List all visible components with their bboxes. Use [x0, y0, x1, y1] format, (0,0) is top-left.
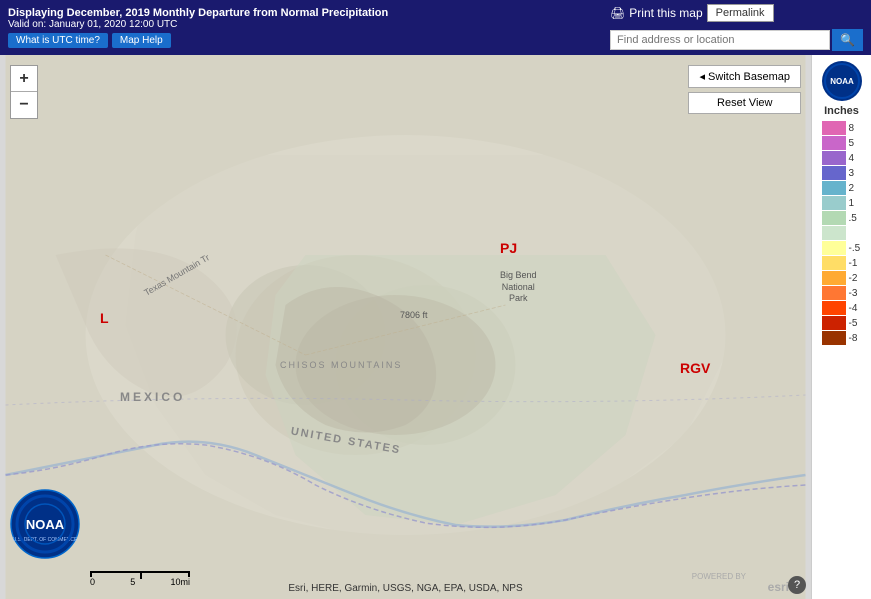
zoom-out-button[interactable]: − — [11, 92, 37, 118]
legend-color-swatch — [822, 226, 846, 240]
header-left: Displaying December, 2019 Monthly Depart… — [8, 7, 610, 48]
legend-color-swatch — [822, 301, 846, 315]
legend-color-swatch — [822, 211, 846, 225]
map-title: Displaying December, 2019 Monthly Depart… — [8, 7, 610, 19]
map-help-button[interactable]: Map Help — [112, 33, 171, 48]
legend-color-swatch — [822, 121, 846, 135]
legend-row: 8 — [822, 121, 862, 135]
switch-basemap-button[interactable]: ◂ Switch Basemap — [688, 65, 801, 88]
legend-color-swatch — [822, 241, 846, 255]
map-attribution: Esri, HERE, Garmin, USGS, NGA, EPA, USDA… — [0, 583, 811, 594]
legend-label: 1 — [849, 198, 855, 209]
legend-label: -2 — [849, 273, 858, 284]
chisos-label: CHISOS MOUNTAINS — [280, 360, 402, 370]
legend-color-swatch — [822, 196, 846, 210]
legend-label: 3 — [849, 168, 855, 179]
legend-label: 4 — [849, 153, 855, 164]
search-button[interactable]: 🔍 — [832, 29, 863, 51]
elevation-label: 7806 ft — [400, 310, 428, 320]
map-container[interactable]: PJ L RGV Big BendNationalPark 7806 ft CH… — [0, 55, 811, 599]
l-label: L — [100, 310, 109, 326]
esri-logo-text: esri — [768, 580, 789, 594]
svg-text:NOAA: NOAA — [26, 517, 65, 532]
legend-color-swatch — [822, 331, 846, 345]
legend-row: -1 — [822, 256, 862, 270]
legend-row: 2 — [822, 181, 862, 195]
legend-label: .5 — [849, 213, 857, 224]
legend-row: 1 — [822, 196, 862, 210]
print-label: Print this map — [629, 6, 702, 20]
search-input[interactable] — [610, 30, 830, 50]
header-right: 🖨 Print this map Permalink 🔍 — [610, 4, 863, 51]
legend-label: -.5 — [849, 243, 861, 254]
main-content: PJ L RGV Big BendNationalPark 7806 ft CH… — [0, 55, 871, 599]
search-container: 🖨 Print this map Permalink 🔍 — [610, 4, 863, 51]
legend-row: 4 — [822, 151, 862, 165]
legend-row: -5 — [822, 316, 862, 330]
legend-color-swatch — [822, 181, 846, 195]
header-buttons: What is UTC time? Map Help — [8, 33, 610, 48]
legend-row: -3 — [822, 286, 862, 300]
legend-row: 3 — [822, 166, 862, 180]
reset-view-button[interactable]: Reset View — [688, 92, 801, 114]
legend-title: Inches — [824, 105, 859, 117]
legend: NOAA Inches 8 5 4 3 2 1 .5 -.5 -1 -2 -3 -4 -5 -8 — [811, 55, 871, 599]
big-bend-label: Big BendNationalPark — [500, 270, 537, 305]
legend-label: -5 — [849, 318, 858, 329]
print-link[interactable]: 🖨 Print this map — [610, 6, 703, 20]
noaa-legend-icon: NOAA — [821, 60, 863, 102]
map-svg — [0, 55, 811, 599]
legend-row: -.5 — [822, 241, 862, 255]
legend-label: -8 — [849, 333, 858, 344]
legend-label: 5 — [849, 138, 855, 149]
rgv-label: RGV — [680, 360, 710, 376]
legend-row: 5 — [822, 136, 862, 150]
legend-color-swatch — [822, 256, 846, 270]
zoom-in-button[interactable]: + — [11, 66, 37, 92]
legend-row: -2 — [822, 271, 862, 285]
legend-color-swatch — [822, 166, 846, 180]
legend-color-swatch — [822, 271, 846, 285]
zoom-controls: + − — [10, 65, 38, 119]
svg-text:NOAA: NOAA — [830, 77, 854, 86]
legend-label: 8 — [849, 123, 855, 134]
legend-color-swatch — [822, 316, 846, 330]
legend-row: -4 — [822, 301, 862, 315]
pj-label: PJ — [500, 240, 517, 256]
printer-icon: 🖨 — [610, 6, 625, 20]
map-controls-top: ◂ Switch Basemap Reset View — [688, 65, 801, 114]
scale-line — [90, 571, 190, 577]
permalink-button[interactable]: Permalink — [707, 4, 774, 22]
mexico-label: MEXICO — [120, 390, 185, 404]
utc-button[interactable]: What is UTC time? — [8, 33, 108, 48]
legend-row: -8 — [822, 331, 862, 345]
legend-label: -4 — [849, 303, 858, 314]
valid-date: Valid on: January 01, 2020 12:00 UTC — [8, 19, 610, 30]
header: Displaying December, 2019 Monthly Depart… — [0, 0, 871, 55]
legend-color-swatch — [822, 286, 846, 300]
legend-color-swatch — [822, 151, 846, 165]
legend-color-swatch — [822, 136, 846, 150]
legend-label: -1 — [849, 258, 858, 269]
search-row: 🔍 — [610, 29, 863, 51]
scale-midpoint — [140, 573, 142, 579]
legend-row — [822, 226, 862, 240]
esri-powered: POWERED BY — [692, 572, 746, 581]
color-bar: 8 5 4 3 2 1 .5 -.5 -1 -2 -3 -4 -5 -8 — [822, 121, 862, 346]
noaa-logo: NOAA U.S. DEPT. OF COMMERCE — [10, 489, 80, 559]
legend-label: 2 — [849, 183, 855, 194]
legend-label: -3 — [849, 288, 858, 299]
legend-row: .5 — [822, 211, 862, 225]
